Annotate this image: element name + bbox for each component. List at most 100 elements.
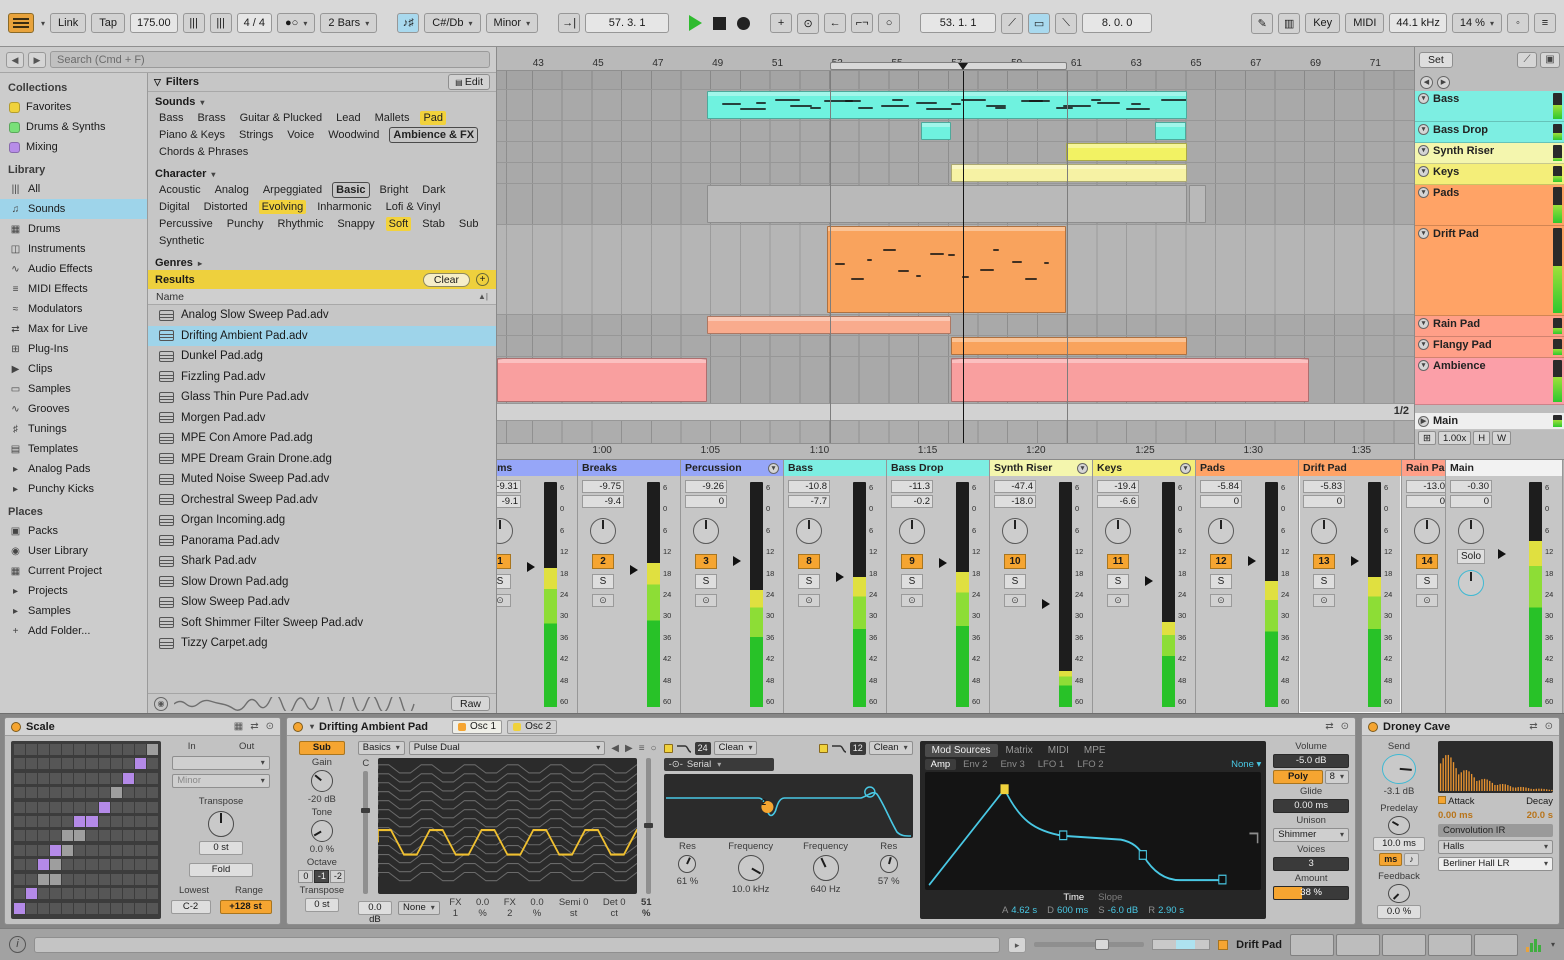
scale-cell[interactable] bbox=[146, 844, 158, 856]
fader-handle[interactable] bbox=[527, 562, 535, 573]
prev-marker-icon[interactable]: ◀ bbox=[1420, 75, 1433, 89]
scale-cell[interactable] bbox=[62, 888, 74, 900]
track-activator[interactable]: 9 bbox=[901, 554, 923, 569]
filter2-slope[interactable]: 12 bbox=[849, 741, 866, 755]
device-on-toggle[interactable] bbox=[11, 721, 21, 732]
fold-icon[interactable]: ▾ bbox=[1418, 360, 1429, 371]
sidebar-item-current-project[interactable]: ▦ Current Project bbox=[0, 561, 147, 581]
status-caret-icon[interactable]: ▾ bbox=[1551, 940, 1555, 949]
scale-cell[interactable] bbox=[74, 888, 86, 900]
results-column-header[interactable]: Name ▲| bbox=[148, 289, 496, 305]
playhead-marker[interactable] bbox=[957, 63, 968, 70]
draw-mode-button[interactable]: ✎ bbox=[1251, 12, 1274, 34]
ms-toggle[interactable]: ms bbox=[1379, 852, 1403, 866]
list-item-mpe-con-amore-pad-adg[interactable]: MPE Con Amore Pad.adg bbox=[148, 428, 496, 449]
crossfade-knob[interactable] bbox=[1458, 570, 1484, 596]
peak-level-value[interactable]: -11.3 bbox=[891, 480, 933, 493]
clip-thumbnail[interactable] bbox=[1289, 933, 1334, 956]
ableton-logo[interactable] bbox=[8, 13, 34, 33]
scale-cell[interactable] bbox=[74, 801, 86, 813]
scale-cell[interactable] bbox=[134, 830, 146, 842]
scale-cell[interactable] bbox=[146, 816, 158, 828]
sidebar-item-midi-effects[interactable]: ≡ MIDI Effects bbox=[0, 279, 147, 299]
filter-tag-bass[interactable]: Bass bbox=[156, 111, 186, 125]
monitor-icon[interactable]: ⊙ bbox=[1416, 594, 1438, 607]
scale-cell[interactable] bbox=[110, 772, 122, 784]
volume-value[interactable]: 0 bbox=[1450, 495, 1492, 508]
filter-tag-arpeggiated[interactable]: Arpeggiated bbox=[260, 183, 325, 197]
shape-slider[interactable] bbox=[644, 758, 654, 894]
track-lane-ambience[interactable] bbox=[497, 357, 1414, 404]
list-item-fizzling-pad-adv[interactable]: Fizzling Pad.adv bbox=[148, 367, 496, 388]
monitor-icon[interactable]: ⊙ bbox=[1107, 594, 1129, 607]
clip[interactable] bbox=[1189, 185, 1206, 223]
ir-file-select[interactable]: Berliner Hall LR ▾ bbox=[1438, 857, 1553, 871]
filter-tag-punchy[interactable]: Punchy bbox=[224, 217, 267, 231]
freq2-value[interactable]: 640 Hz bbox=[810, 884, 840, 895]
volume-value[interactable]: 0 bbox=[1200, 495, 1242, 508]
scale-cell[interactable] bbox=[38, 830, 50, 842]
peak-level-value[interactable]: -9.31 bbox=[497, 480, 521, 493]
filter-tag-woodwind[interactable]: Woodwind bbox=[325, 128, 382, 142]
scale-cell[interactable] bbox=[38, 844, 50, 856]
scale-highlight-button[interactable]: ♪♯ bbox=[397, 13, 420, 33]
track-header-rain-pad[interactable]: ▾ Rain Pad bbox=[1415, 316, 1564, 337]
scale-cell[interactable] bbox=[38, 873, 50, 885]
fader-handle[interactable] bbox=[1145, 576, 1153, 587]
scale-cell[interactable] bbox=[110, 816, 122, 828]
track-lane-pads[interactable] bbox=[497, 184, 1414, 225]
pan-knob[interactable] bbox=[590, 518, 616, 544]
draw-icon[interactable]: ⟋ bbox=[1517, 52, 1537, 68]
hot-swap-icon[interactable]: ⇄ bbox=[1325, 721, 1333, 732]
fader-handle[interactable] bbox=[733, 555, 741, 566]
scale-cell[interactable] bbox=[146, 888, 158, 900]
volume-value[interactable]: -0.2 bbox=[891, 495, 933, 508]
scale-cell[interactable] bbox=[110, 873, 122, 885]
filter-node-label[interactable]: 2 bbox=[762, 798, 766, 807]
freq1-value[interactable]: 10.0 kHz bbox=[732, 884, 770, 895]
tab-lfo-2[interactable]: LFO 2 bbox=[1071, 759, 1109, 770]
transpose-value[interactable]: 0 st bbox=[199, 841, 243, 855]
sub-button[interactable]: Sub bbox=[298, 741, 345, 755]
play-selection-icon[interactable]: ▸ bbox=[1008, 936, 1027, 953]
sidebar-item-packs[interactable]: ▣ Packs bbox=[0, 521, 147, 541]
sidebar-item-tunings[interactable]: ♯ Tunings bbox=[0, 419, 147, 439]
filter-tag-inharmonic[interactable]: Inharmonic bbox=[314, 200, 374, 214]
nudge-down-button[interactable]: ||| bbox=[182, 13, 205, 33]
scale-cell[interactable] bbox=[122, 744, 134, 755]
filter-display[interactable]: 2 bbox=[663, 774, 913, 838]
scale-cell[interactable] bbox=[122, 772, 134, 784]
punch-in-button[interactable]: ⟋ bbox=[1001, 12, 1024, 34]
capture-midi-button[interactable]: ⊙ bbox=[797, 12, 820, 34]
next-marker-icon[interactable]: ▶ bbox=[1437, 75, 1450, 89]
filter-tag-rhythmic[interactable]: Rhythmic bbox=[275, 217, 327, 231]
scale-cell[interactable] bbox=[122, 830, 134, 842]
track-activator[interactable]: 8 bbox=[798, 554, 820, 569]
track-lane-rain-pad[interactable] bbox=[497, 315, 1414, 336]
semi-value[interactable]: Semi 0 st bbox=[555, 897, 593, 919]
punch-region-button[interactable]: ⌐¬ bbox=[851, 13, 874, 33]
fold-button[interactable]: Fold bbox=[189, 863, 253, 877]
play-button[interactable] bbox=[689, 15, 703, 31]
track-header-keys[interactable]: ▾ Keys bbox=[1415, 164, 1564, 185]
predelay-knob[interactable] bbox=[1388, 815, 1410, 835]
octave-0-button[interactable]: 0 bbox=[298, 870, 314, 883]
fold-icon[interactable]: ▾ bbox=[1418, 93, 1429, 104]
solo-button[interactable]: S bbox=[901, 574, 923, 589]
scale-cell[interactable] bbox=[86, 787, 98, 799]
scale-cell[interactable] bbox=[110, 844, 122, 856]
scale-cell[interactable] bbox=[146, 758, 158, 770]
scale-cell[interactable] bbox=[86, 902, 98, 914]
monitor-icon[interactable]: ⊙ bbox=[1210, 594, 1232, 607]
scale-cell[interactable] bbox=[14, 758, 26, 770]
raw-preview-button[interactable]: Raw bbox=[450, 696, 490, 711]
scale-cell[interactable] bbox=[14, 873, 26, 885]
transpose-knob[interactable] bbox=[208, 811, 234, 837]
beat-time-ruler[interactable]: 434547495153555759616365676971 bbox=[497, 47, 1414, 71]
scale-mode-menu[interactable]: Minor ▾ bbox=[485, 13, 539, 33]
wavetable-list-icon[interactable]: ≡ bbox=[639, 743, 645, 754]
track-activator[interactable]: 2 bbox=[592, 554, 614, 569]
sidebar-item-plug-ins[interactable]: ⊞ Plug-Ins bbox=[0, 339, 147, 359]
clip[interactable] bbox=[1155, 122, 1186, 140]
peak-level-value[interactable]: -5.84 bbox=[1200, 480, 1242, 493]
